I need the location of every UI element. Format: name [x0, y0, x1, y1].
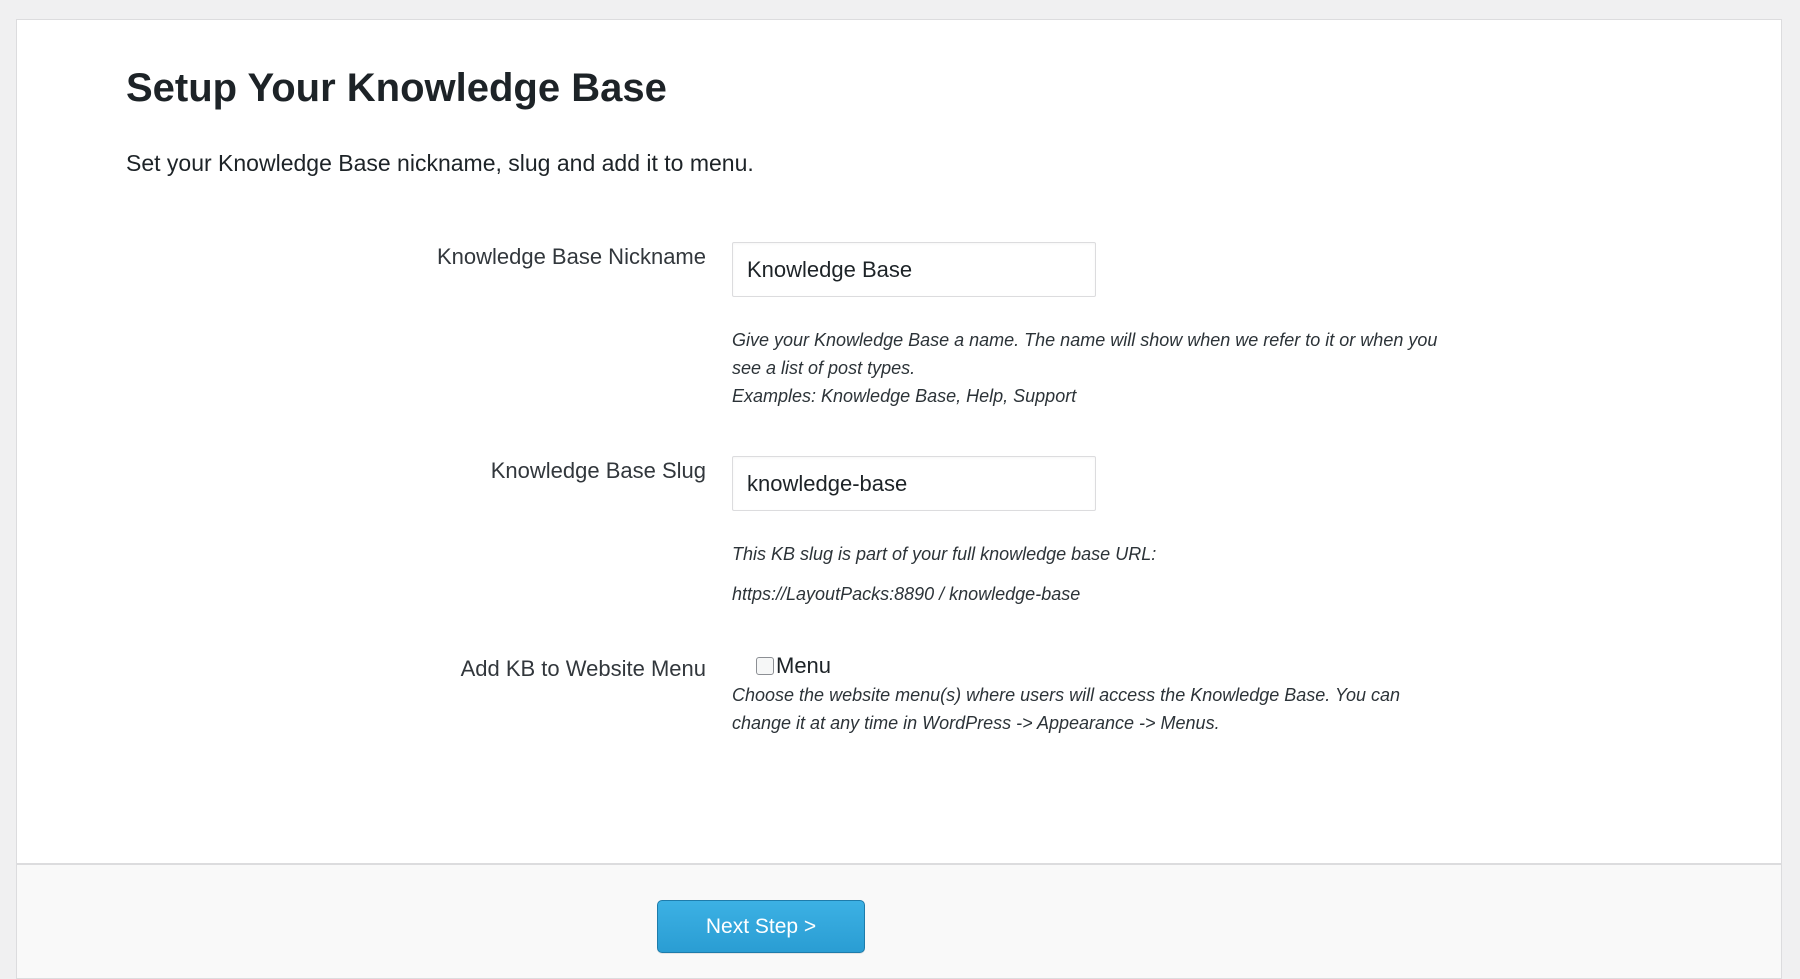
menu-description-text: Choose the website menu(s) where users w…	[732, 685, 1401, 733]
menu-label: Add KB to Website Menu	[460, 656, 706, 681]
slug-input[interactable]	[732, 456, 1096, 511]
nickname-description-text: Give your Knowledge Base a name. The nam…	[732, 330, 1438, 378]
next-step-button[interactable]: Next Step >	[657, 900, 865, 953]
nickname-description: Give your Knowledge Base a name. The nam…	[732, 326, 1452, 410]
slug-description: This KB slug is part of your full knowle…	[732, 540, 1452, 568]
nickname-input[interactable]	[732, 242, 1096, 297]
page-subtitle: Set your Knowledge Base nickname, slug a…	[126, 150, 754, 176]
wizard-footer: Next Step >	[17, 863, 1781, 978]
slug-url-text: https://LayoutPacks:8890 / knowledge-bas…	[732, 584, 1081, 604]
slug-url-preview: https://LayoutPacks:8890 / knowledge-bas…	[732, 580, 1452, 608]
page-title: Setup Your Knowledge Base	[126, 66, 667, 110]
nickname-label: Knowledge Base Nickname	[436, 244, 706, 269]
setup-wizard-panel: Setup Your Knowledge Base Set your Knowl…	[16, 19, 1782, 979]
wizard-content: Setup Your Knowledge Base Set your Knowl…	[17, 20, 1781, 864]
menu-checkbox[interactable]	[756, 657, 774, 676]
slug-label: Knowledge Base Slug	[490, 458, 706, 483]
nickname-examples-text: Examples: Knowledge Base, Help, Support	[732, 386, 1077, 406]
menu-checkbox-group[interactable]: Menu	[756, 653, 831, 679]
menu-checkbox-label[interactable]: Menu	[776, 653, 831, 679]
slug-description-text: This KB slug is part of your full knowle…	[732, 544, 1157, 564]
menu-description: Choose the website menu(s) where users w…	[732, 681, 1432, 737]
